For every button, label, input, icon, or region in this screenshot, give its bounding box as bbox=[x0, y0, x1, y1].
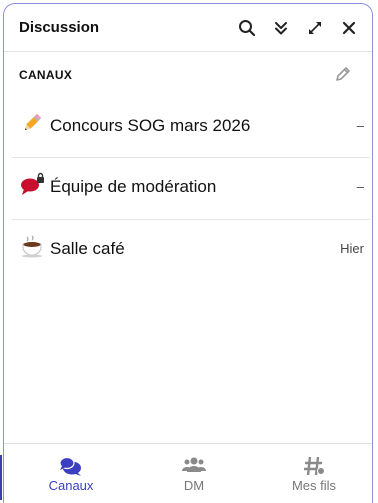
collapse-icon[interactable] bbox=[269, 16, 293, 40]
speech-bubble-lock-icon bbox=[20, 172, 44, 196]
channel-name: Concours SOG mars 2026 bbox=[50, 116, 251, 135]
nav-tab-mes-fils[interactable]: Mes fils bbox=[259, 444, 369, 502]
channel-item-salle-cafe[interactable]: Salle café Hier bbox=[12, 220, 370, 280]
nav-label: DM bbox=[183, 478, 205, 493]
channel-time: – bbox=[356, 118, 364, 133]
pencil-icon[interactable] bbox=[334, 65, 352, 83]
expand-icon[interactable] bbox=[303, 16, 327, 40]
channel-time: – bbox=[356, 179, 364, 194]
hashtag-icon bbox=[302, 456, 326, 476]
chat-bubbles-icon bbox=[59, 456, 83, 476]
nav-tab-canaux[interactable]: Canaux bbox=[16, 444, 126, 502]
panel-header: Discussion bbox=[4, 4, 372, 52]
coffee-icon bbox=[20, 234, 44, 258]
channel-name: Équipe de modération bbox=[50, 177, 217, 196]
left-accent-bar bbox=[0, 455, 2, 500]
bottom-nav: Canaux DM Mes fils bbox=[4, 443, 372, 502]
people-icon bbox=[182, 456, 206, 476]
pencil-emoji-icon bbox=[20, 111, 44, 135]
close-icon[interactable] bbox=[337, 16, 361, 40]
nav-label: Mes fils bbox=[291, 478, 337, 493]
nav-label: Canaux bbox=[48, 478, 94, 493]
panel-title: Discussion bbox=[19, 19, 100, 36]
channel-name: Salle café bbox=[50, 239, 125, 258]
channel-item-equipe[interactable]: Équipe de modération – bbox=[12, 158, 370, 218]
search-icon[interactable] bbox=[235, 16, 259, 40]
channel-time: Hier bbox=[340, 241, 364, 256]
section-title: CANAUX bbox=[19, 68, 73, 82]
channel-item-concours[interactable]: Concours SOG mars 2026 – bbox=[12, 97, 370, 157]
discussion-panel: Discussion CANAUX Concours SOG mars 2026… bbox=[3, 3, 373, 503]
nav-tab-dm[interactable]: DM bbox=[139, 444, 249, 502]
